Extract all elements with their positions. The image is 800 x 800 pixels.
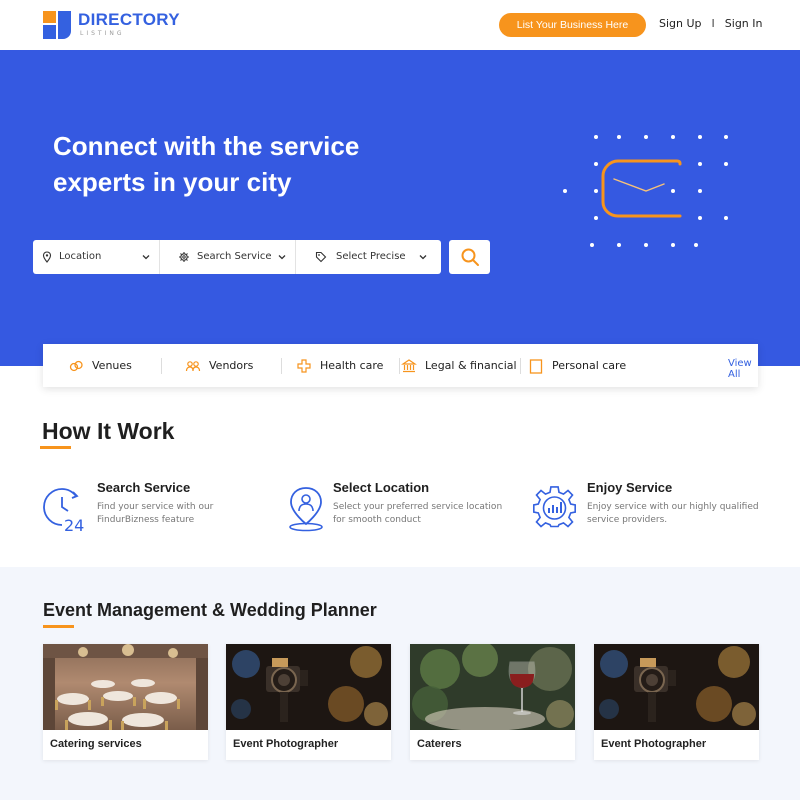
step-title: Search Service — [97, 480, 191, 495]
bank-icon — [401, 358, 417, 372]
category-label: Personal care — [552, 359, 627, 372]
gear-icon — [179, 252, 189, 262]
search-bar: Location Search Service Select Precise — [33, 240, 441, 274]
logo[interactable]: DIRECTORY LISTING — [43, 11, 180, 39]
auth-separator: I — [711, 17, 715, 30]
camera-photo-image — [594, 644, 759, 730]
location-select[interactable]: Location — [33, 240, 160, 274]
location-person-icon — [289, 487, 323, 532]
category-label: Legal & financial — [425, 359, 517, 372]
logo-mark-icon — [43, 11, 73, 39]
step-title: Enjoy Service — [587, 480, 673, 495]
health-cross-icon — [297, 358, 311, 373]
event-section-title: Event Management & Wedding Planner — [43, 600, 377, 620]
logo-subtitle: LISTING — [80, 30, 125, 37]
how-it-work-title: How It Work — [42, 418, 175, 444]
site-header: DIRECTORY LISTING List Your Business Her… — [0, 0, 800, 50]
divider — [161, 358, 162, 374]
list-business-button[interactable]: List Your Business Here — [499, 13, 646, 37]
category-personal-care[interactable]: Personal care — [528, 344, 626, 387]
clock-24-icon: 24 — [43, 488, 84, 532]
category-health-care[interactable]: Health care — [296, 344, 383, 387]
gear-chart-icon — [532, 486, 577, 528]
card-label: Catering services — [50, 738, 142, 750]
svg-text:24: 24 — [64, 516, 84, 532]
document-icon — [529, 358, 543, 374]
divider — [520, 358, 521, 374]
step-desc: Enjoy service with our highly qualified … — [587, 502, 759, 525]
service-card-event-photographer[interactable]: Event Photographer — [226, 644, 391, 760]
divider — [399, 358, 400, 374]
category-label: Vendors — [209, 359, 254, 372]
map-pin-icon — [42, 251, 52, 263]
category-label: Health care — [320, 359, 384, 372]
title-underline — [40, 446, 71, 449]
service-card-event-photographer[interactable]: Event Photographer — [594, 644, 759, 760]
title-underline — [43, 625, 74, 628]
dining-table-image — [410, 644, 575, 730]
auth-links: Sign Up I Sign In — [659, 17, 763, 30]
step-title: Select Location — [333, 480, 430, 495]
service-card-catering[interactable]: Catering services — [43, 644, 208, 760]
service-card-caterers[interactable]: Caterers — [410, 644, 575, 760]
chevron-down-icon — [419, 255, 427, 260]
clock-illustration-icon — [563, 135, 728, 247]
category-venues[interactable]: Venues — [68, 344, 132, 387]
category-bar: Venues Vendors Health care Legal & finan… — [43, 344, 758, 387]
sign-up-link[interactable]: Sign Up — [659, 17, 702, 30]
location-label: Location — [59, 251, 102, 262]
search-icon — [461, 248, 479, 266]
chevron-down-icon — [142, 255, 150, 260]
view-all-link[interactable]: View All — [728, 358, 758, 380]
rings-icon — [69, 360, 83, 371]
search-button[interactable] — [449, 240, 490, 274]
step-desc: Select your preferred service location f… — [333, 502, 503, 525]
chevron-down-icon — [278, 255, 286, 260]
service-select[interactable]: Search Service — [160, 240, 296, 274]
category-legal-financial[interactable]: Legal & financial — [401, 344, 517, 387]
step-desc: Find your service with our FindurBizness… — [97, 502, 214, 525]
service-label: Search Service — [197, 251, 272, 262]
precise-select[interactable]: Select Precise — [296, 240, 441, 274]
card-label: Caterers — [417, 738, 462, 750]
logo-title: DIRECTORY — [78, 10, 180, 29]
sign-in-link[interactable]: Sign In — [725, 17, 763, 30]
category-vendors[interactable]: Vendors — [185, 344, 253, 387]
people-icon — [185, 360, 201, 371]
divider — [281, 358, 282, 374]
camera-photo-image — [226, 644, 391, 730]
tag-icon — [315, 251, 327, 263]
card-label: Event Photographer — [601, 738, 707, 750]
card-label: Event Photographer — [233, 738, 339, 750]
hero-title: Connect with the service experts in your… — [53, 131, 360, 197]
precise-label: Select Precise — [336, 251, 406, 262]
banquet-hall-image — [43, 644, 208, 730]
category-label: Venues — [92, 359, 132, 372]
